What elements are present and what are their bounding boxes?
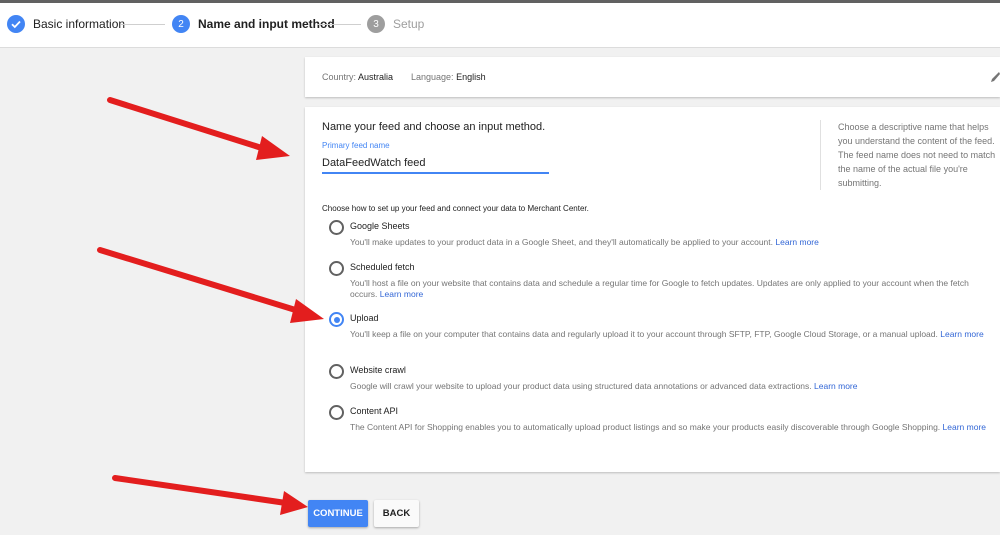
step-divider [121,24,165,25]
option-title: Website crawl [350,365,406,375]
input-method-prompt: Choose how to set up your feed and conne… [322,204,589,213]
learn-more-link[interactable]: Learn more [814,381,857,391]
option-description-text: You'll host a file on your website that … [350,278,969,299]
country-summary: Country: Australia [322,72,393,82]
radio-google-sheets[interactable] [329,220,344,235]
summary-card: Country: Australia Language: English [305,57,1000,97]
option-description: You'll keep a file on your computer that… [350,329,992,340]
option-description-text: Google will crawl your website to upload… [350,381,812,391]
back-button[interactable]: BACK [374,500,419,527]
learn-more-link[interactable]: Learn more [775,237,818,247]
option-description-text: You'll make updates to your product data… [350,237,774,247]
language-label: Language: [411,72,454,82]
check-icon [7,15,25,33]
radio-upload[interactable] [329,312,344,327]
step-divider [317,24,361,25]
arrow-icon [97,247,324,323]
option-description: You'll host a file on your website that … [350,278,992,300]
option-title: Scheduled fetch [350,262,415,272]
step-label: Name and input method [198,17,335,31]
step-label: Setup [393,17,425,31]
stepper: Basic information 2 Name and input metho… [0,0,1000,48]
option-description-text: The Content API for Shopping enables you… [350,422,941,432]
step-label: Basic information [33,17,126,31]
learn-more-link[interactable]: Learn more [380,289,423,299]
option-title: Upload [350,313,379,323]
learn-more-link[interactable]: Learn more [943,422,986,432]
language-summary: Language: English [411,72,486,82]
radio-content-api[interactable] [329,405,344,420]
option-title: Content API [350,406,399,416]
option-description: The Content API for Shopping enables you… [350,422,992,433]
country-value: Australia [358,72,394,82]
step-name-and-input-method[interactable]: 2 Name and input method [172,14,335,34]
feed-name-label: Primary feed name [322,141,390,150]
learn-more-link[interactable]: Learn more [940,329,983,339]
feed-heading: Name your feed and choose an input metho… [322,121,546,133]
option-title: Google Sheets [350,221,410,231]
option-description: You'll make updates to your product data… [350,237,992,248]
radio-scheduled-fetch[interactable] [329,261,344,276]
arrow-icon [112,475,308,515]
feed-name-help: Choose a descriptive name that helps you… [820,120,998,190]
step-number: 3 [367,15,385,33]
option-description: Google will crawl your website to upload… [350,381,992,392]
pencil-icon[interactable] [990,70,1000,88]
feed-name-input[interactable] [322,154,549,174]
step-basic-information[interactable]: Basic information [7,14,125,34]
step-setup: 3 Setup [367,14,424,34]
continue-button[interactable]: CONTINUE [308,500,368,527]
arrow-icon [107,97,290,160]
step-number: 2 [172,15,190,33]
radio-website-crawl[interactable] [329,364,344,379]
option-description-text: You'll keep a file on your computer that… [350,329,938,339]
feed-card: Name your feed and choose an input metho… [305,107,1000,472]
country-label: Country: [322,72,357,82]
language-value: English [456,72,486,82]
